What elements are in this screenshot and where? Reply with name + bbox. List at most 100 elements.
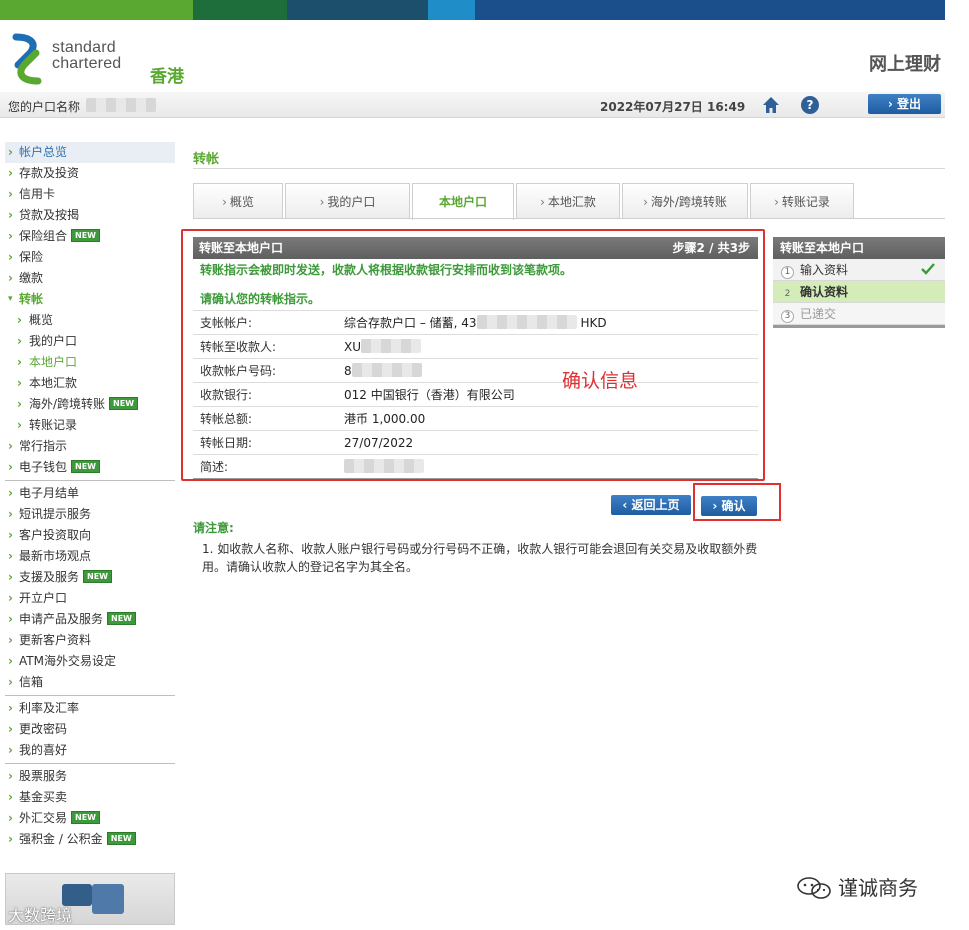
standard-chartered-logo	[12, 33, 42, 85]
new-badge: NEW	[109, 397, 139, 410]
sidebar-item[interactable]: 开立户口	[5, 588, 175, 609]
new-badge: NEW	[107, 612, 136, 625]
home-icon[interactable]	[762, 96, 780, 114]
transfer-tabs: › 概览 › 我的户口 本地户口 › 本地汇款 › 海外/跨境转账 › 转账记录	[193, 183, 854, 220]
sidebar-item[interactable]: 支援及服务NEW	[5, 567, 175, 588]
brand-line-1: standard	[52, 39, 116, 56]
login-datetime: 2022年07月27日 16:49	[600, 100, 746, 114]
sidebar-item[interactable]: 概览	[5, 310, 175, 331]
step-number: 3	[781, 310, 794, 323]
sidebar-item[interactable]: 我的喜好	[5, 740, 175, 761]
sidebar-item[interactable]: 短讯提示服务	[5, 504, 175, 525]
sidebar-item[interactable]: 电子月结单	[5, 483, 175, 504]
tab-arrow-icon: ›	[540, 195, 545, 209]
color-bar-teal	[287, 0, 428, 20]
sidebar-item[interactable]: 转账记录	[5, 415, 175, 436]
sidebar-item-label: 短讯提示服务	[19, 507, 92, 521]
sidebar-item[interactable]: 本地户口	[5, 352, 175, 373]
sidebar-item[interactable]: 外汇交易NEW	[5, 808, 175, 829]
sidebar-item[interactable]: 利率及汇率	[5, 698, 175, 719]
steps-title: 转账至本地户口	[773, 237, 945, 259]
sidebar-item-label: 更改密码	[19, 722, 68, 736]
sidebar-item-label: 贷款及按揭	[19, 208, 80, 222]
sidebar-item[interactable]: 信用卡	[5, 184, 175, 205]
tab-label: 转账记录	[781, 195, 830, 209]
new-badge: NEW	[106, 832, 136, 845]
sidebar-item-label: 开立户口	[19, 591, 68, 605]
sidebar-item[interactable]: 保险组合NEW	[5, 226, 175, 247]
logout-button[interactable]: › 登出	[868, 94, 941, 114]
tab[interactable]: 本地户口	[412, 183, 514, 220]
user-bar: 您的户口名称 2022年07月27日 16:49 ? › 登出	[0, 92, 945, 118]
new-badge: NEW	[71, 460, 100, 473]
tab[interactable]: › 本地汇款	[516, 183, 620, 219]
tab-label: 我的户口	[327, 195, 376, 209]
note-title: 请注意:	[193, 521, 234, 535]
tab[interactable]: › 概览	[193, 183, 283, 219]
color-bar-blue	[475, 0, 945, 20]
tab-arrow-icon: ›	[319, 195, 325, 209]
sidebar-item-label: 转帐	[19, 292, 44, 306]
sidebar-item-label: 我的喜好	[19, 743, 68, 757]
help-icon[interactable]: ?	[801, 96, 819, 114]
annotation-text: 确认信息	[562, 370, 639, 392]
sidebar-item[interactable]: 更新客户资料	[5, 630, 175, 651]
watermark-left: 大数跨境	[8, 906, 73, 925]
tab[interactable]: › 我的户口	[285, 183, 410, 219]
step-number: 1	[781, 266, 794, 279]
sidebar-item[interactable]: 申请产品及服务NEW	[5, 609, 175, 630]
sidebar-item[interactable]: 电子钱包NEW	[5, 457, 175, 478]
sidebar-item-label: 信箱	[19, 675, 44, 689]
back-button[interactable]: ‹ 返回上页	[611, 495, 691, 515]
sidebar-item-label: 申请产品及服务	[19, 612, 104, 626]
sidebar-item-label: 帐户总览	[19, 145, 68, 159]
sidebar-item[interactable]: 信箱	[5, 672, 175, 693]
brand-name: standard chartered	[52, 40, 121, 72]
sidebar-item[interactable]: 股票服务	[5, 766, 175, 787]
steps-footer	[773, 325, 945, 328]
sidebar-item-label: 更新客户资料	[19, 633, 92, 647]
color-bar-lightblue	[428, 0, 475, 20]
sidebar-item[interactable]: 贷款及按揭	[5, 205, 175, 226]
sidebar-item-label: 电子钱包	[19, 460, 68, 474]
sidebar-item[interactable]: 最新市场观点	[5, 546, 175, 567]
brand-region: 香港	[150, 67, 184, 87]
sidebar-item-label: 强积金 / 公积金	[19, 832, 103, 846]
sidebar-item[interactable]: 客户投资取向	[5, 525, 175, 546]
sidebar-divider	[5, 480, 175, 481]
annotation-box-details	[181, 229, 765, 481]
sidebar-item-label: 概览	[29, 313, 54, 327]
sidebar-item[interactable]: 强积金 / 公积金NEW	[5, 829, 175, 850]
sidebar-item[interactable]: 保险	[5, 247, 175, 268]
step-item: 1 输入资料	[773, 259, 945, 281]
sidebar-item[interactable]: 本地汇款	[5, 373, 175, 394]
step-label: 输入资料	[800, 263, 849, 277]
sidebar-item[interactable]: 基金买卖	[5, 787, 175, 808]
sidebar-item[interactable]: 缴款	[5, 268, 175, 289]
new-badge: NEW	[71, 229, 100, 242]
sidebar-item-label: 股票服务	[19, 769, 68, 783]
sidebar-item[interactable]: 帐户总览	[5, 142, 175, 163]
sidebar-item-label: 本地汇款	[29, 376, 78, 390]
sidebar-item-label: 保险	[19, 250, 44, 264]
sidebar-item[interactable]: ATM海外交易设定	[5, 651, 175, 672]
sidebar-item-label: 缴款	[19, 271, 44, 285]
step-label: 已递交	[800, 307, 837, 321]
watermark-right-text: 谨诚商务	[838, 876, 918, 900]
sidebar-item-label: 利率及汇率	[19, 701, 80, 715]
sidebar-item[interactable]: 更改密码	[5, 719, 175, 740]
sidebar-item[interactable]: 存款及投资	[5, 163, 175, 184]
tab[interactable]: › 海外/跨境转账	[622, 183, 748, 219]
tab[interactable]: › 转账记录	[750, 183, 854, 219]
sidebar-item-label: 客户投资取向	[19, 528, 92, 542]
sidebar-item-label: 电子月结单	[19, 486, 80, 500]
sidebar-item[interactable]: 海外/跨境转账NEW	[5, 394, 175, 415]
sidebar-divider	[5, 763, 175, 764]
sidebar-item[interactable]: 转帐	[5, 289, 175, 310]
sidebar-item[interactable]: 常行指示	[5, 436, 175, 457]
sidebar-item[interactable]: 我的户口	[5, 331, 175, 352]
sidebar-item-label: 保险组合	[19, 229, 68, 243]
new-badge: NEW	[83, 570, 112, 583]
tab-label: 本地汇款	[547, 195, 596, 209]
sidebar-item-label: 常行指示	[19, 439, 68, 453]
